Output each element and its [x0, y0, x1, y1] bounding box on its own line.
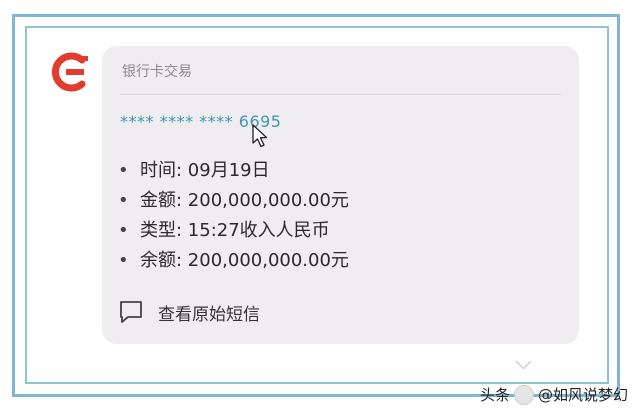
message-bubble-icon	[120, 301, 142, 323]
bullet: •	[118, 220, 129, 241]
view-original-sms-button[interactable]: 查看原始短信	[118, 298, 260, 326]
mouse-cursor-icon	[252, 124, 268, 148]
detail-amount: • 金额: 200,000,000.00元	[118, 186, 349, 216]
divider	[120, 94, 561, 95]
detail-amount-text: 金额: 200,000,000.00元	[140, 190, 349, 211]
detail-time: • 时间: 09月19日	[118, 156, 349, 186]
detail-balance: • 余额: 200,000,000.00元	[118, 246, 349, 276]
bank-logo-icon	[52, 52, 88, 92]
bullet: •	[118, 250, 129, 271]
detail-balance-text: 余额: 200,000,000.00元	[140, 250, 349, 271]
transaction-notification-card[interactable]: 银行卡交易 **** **** **** 6695 • 时间: 09月19日 • 金…	[102, 46, 579, 344]
transaction-details: • 时间: 09月19日 • 金额: 200,000,000.00元 • 类型: 15…	[118, 156, 349, 276]
detail-time-text: 时间: 09月19日	[140, 160, 270, 181]
bullet: •	[118, 160, 129, 181]
view-original-sms-label: 查看原始短信	[158, 304, 260, 325]
watermark-author: @如风说梦幻	[537, 386, 628, 404]
watermark-avatar-icon	[513, 384, 534, 405]
bullet: •	[118, 190, 129, 211]
watermark: 头条 @如风说梦幻	[480, 384, 628, 405]
detail-type-text: 类型: 15:27收入人民币	[140, 220, 330, 241]
watermark-prefix: 头条	[479, 386, 510, 404]
notification-title: 银行卡交易	[122, 64, 192, 80]
detail-type: • 类型: 15:27收入人民币	[118, 216, 349, 246]
